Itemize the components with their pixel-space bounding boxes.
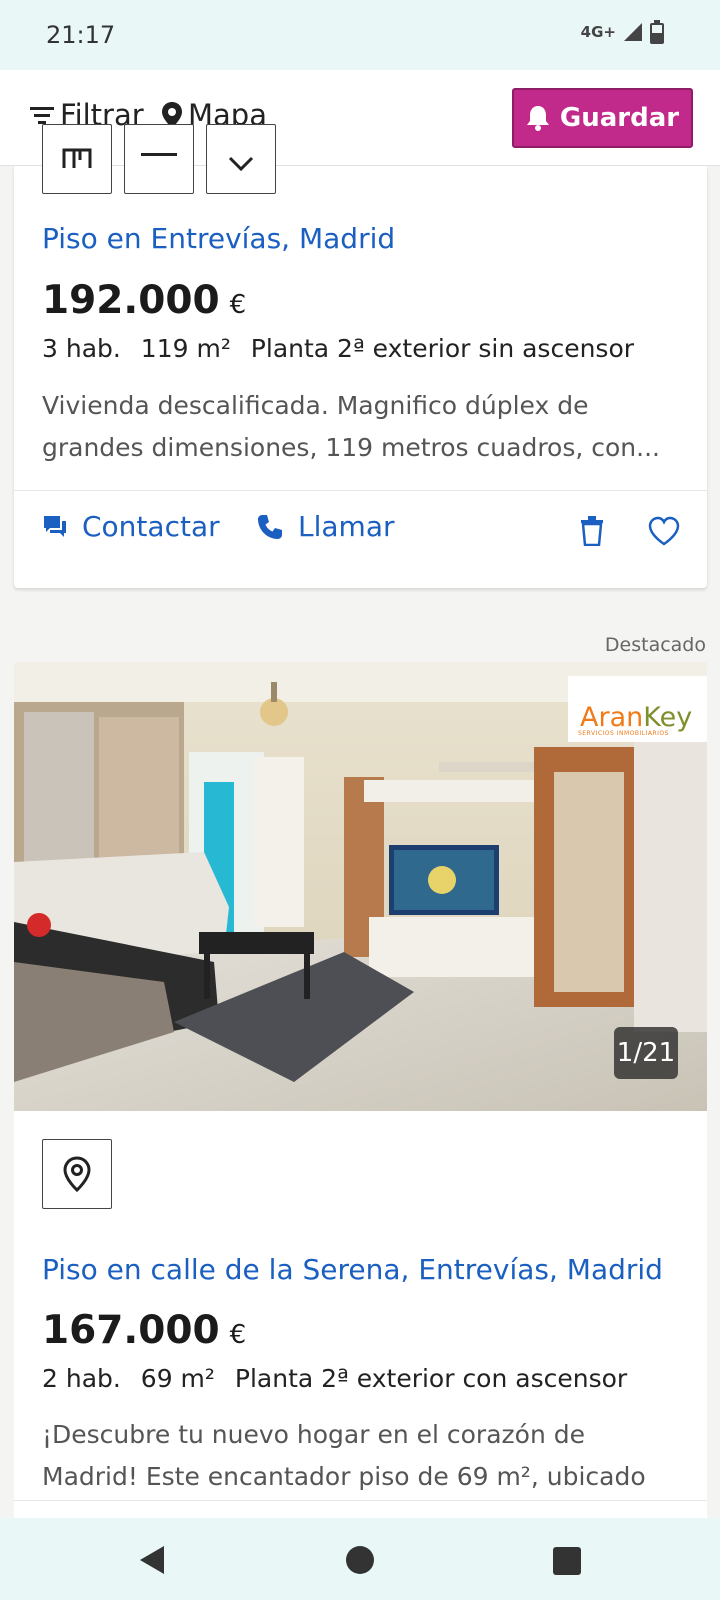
- listing-features: 2 hab. 69 m² Planta 2ª exterior con asce…: [42, 1364, 639, 1393]
- call-button[interactable]: Llamar: [256, 510, 394, 543]
- battery-icon: [650, 20, 664, 44]
- listing-price: 192.000 €: [42, 278, 246, 323]
- recents-icon[interactable]: [553, 1547, 581, 1575]
- contact-button[interactable]: Contactar: [42, 510, 220, 543]
- back-icon[interactable]: [136, 1544, 166, 1576]
- status-bar: 21:17 4G+: [0, 0, 720, 70]
- divider: [14, 490, 707, 491]
- floorplan-button[interactable]: [42, 124, 112, 194]
- video-icon: [141, 153, 177, 156]
- system-nav-bar: [0, 1518, 720, 1600]
- signal-icon: [624, 23, 642, 41]
- price-currency: €: [229, 1320, 247, 1350]
- chevron-down-icon: [228, 156, 254, 172]
- home-icon[interactable]: [345, 1545, 375, 1575]
- phone-icon: [258, 514, 282, 539]
- status-time: 21:17: [46, 21, 116, 49]
- photo-counter: 1/21: [614, 1027, 678, 1079]
- listing-card[interactable]: AranKey SERVICIOS INMOBILIARIOS 1/21 Pis…: [14, 662, 707, 1533]
- price-value: 167.000: [42, 1308, 220, 1353]
- feature-floor: Planta 2ª exterior sin ascensor: [250, 334, 635, 363]
- trash-icon: [581, 516, 603, 546]
- save-label: Guardar: [559, 103, 680, 133]
- feature-area: 69 m²: [140, 1364, 215, 1393]
- listing-card[interactable]: Piso en Entrevías, Madrid 192.000 € 3 hab…: [14, 124, 707, 588]
- feature-floor: Planta 2ª exterior con ascensor: [234, 1364, 628, 1393]
- listing-title[interactable]: Piso en Entrevías, Madrid: [42, 222, 395, 255]
- listing-description: Vivienda descalificada. Magnifico dúplex…: [42, 391, 660, 462]
- featured-badge: Destacado: [604, 634, 706, 656]
- heart-icon: [648, 516, 680, 546]
- agency-logo: AranKey SERVICIOS INMOBILIARIOS: [568, 676, 707, 742]
- feature-area: 119 m²: [140, 334, 231, 363]
- network-label: 4G+: [580, 23, 616, 41]
- price-currency: €: [229, 290, 247, 320]
- floorplan-icon: [62, 148, 92, 168]
- status-icons: 4G+: [581, 20, 664, 44]
- discard-button[interactable]: [580, 516, 604, 546]
- location-pin-icon: [63, 1156, 91, 1192]
- location-button[interactable]: [206, 124, 276, 194]
- contact-label: Contactar: [82, 510, 220, 543]
- call-label: Llamar: [298, 510, 395, 543]
- listing-photo[interactable]: AranKey SERVICIOS INMOBILIARIOS 1/21: [14, 662, 707, 1111]
- listing-features: 3 hab. 119 m² Planta 2ª exterior sin asc…: [42, 334, 646, 363]
- bell-icon: [526, 106, 549, 131]
- feature-rooms: 3 hab.: [42, 334, 121, 363]
- agency-logo-sub: SERVICIOS INMOBILIARIOS: [578, 730, 669, 737]
- save-search-button[interactable]: Guardar: [512, 88, 693, 148]
- video-button[interactable]: [124, 124, 194, 194]
- price-value: 192.000: [42, 278, 220, 323]
- divider: [14, 1500, 707, 1501]
- location-button[interactable]: [42, 1139, 112, 1209]
- favorite-button[interactable]: [648, 516, 680, 546]
- listing-price: 167.000 €: [42, 1308, 246, 1353]
- chat-icon: [44, 515, 66, 537]
- filter-icon: [30, 107, 54, 124]
- feature-rooms: 2 hab.: [42, 1364, 121, 1393]
- agency-logo-text: AranKey: [580, 702, 693, 733]
- listing-title[interactable]: Piso en calle de la Serena, Entrevías, M…: [42, 1253, 663, 1286]
